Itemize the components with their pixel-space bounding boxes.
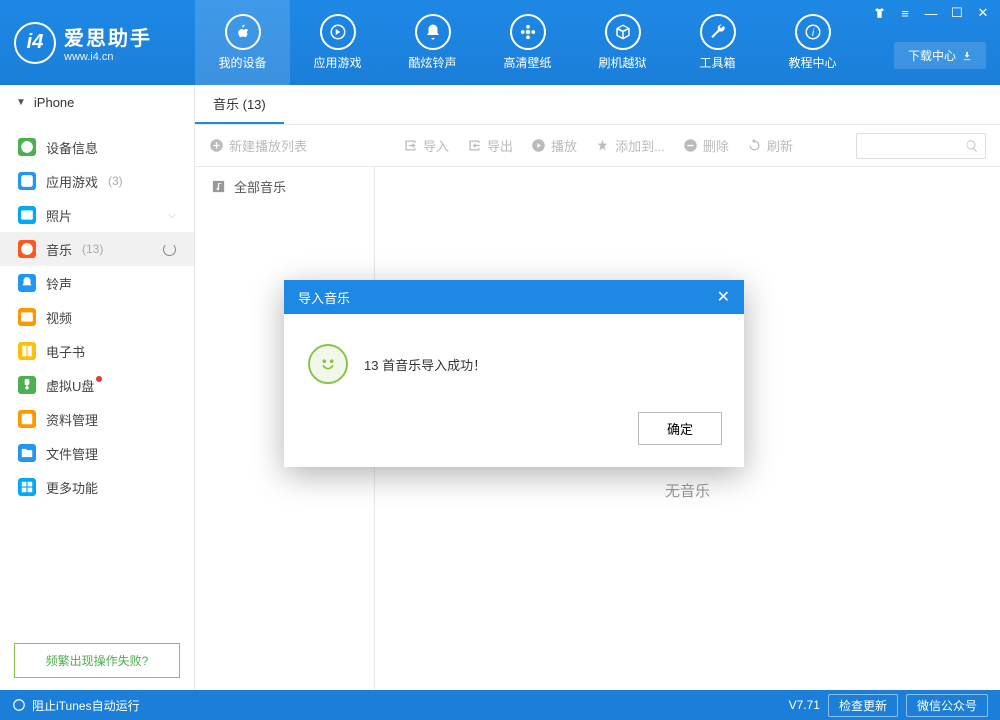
dialog-titlebar: 导入音乐 ✕: [284, 280, 744, 314]
sidebar-item-video[interactable]: 视频: [0, 300, 194, 334]
header: i4 爱思助手 www.i4.cn 我的设备应用游戏酷炫铃声高清壁纸刷机越狱工具…: [0, 0, 1000, 85]
music-list-icon: [211, 179, 226, 194]
search-input[interactable]: [856, 133, 986, 159]
bell-icon: [415, 14, 451, 50]
dialog-message: 13 首音乐导入成功！: [364, 355, 486, 374]
refresh-button[interactable]: 刷新: [747, 136, 793, 155]
delete-button[interactable]: 删除: [683, 136, 729, 155]
close-icon[interactable]: ✕: [972, 4, 994, 22]
music-icon: [18, 240, 36, 258]
svg-text:i: i: [811, 27, 814, 39]
sidebar-item-folder[interactable]: 文件管理: [0, 436, 194, 470]
sidebar-item-photo[interactable]: 照片⌵: [0, 198, 194, 232]
toolbar: 新建播放列表 导入 导出 播放 添加到... 删除 刷新: [195, 125, 1000, 167]
tab-music[interactable]: 音乐 (13): [195, 85, 284, 124]
itunes-block-toggle[interactable]: 阻止iTunes自动运行: [12, 697, 140, 714]
flower-icon: [510, 14, 546, 50]
chevron-down-icon: ⌵: [168, 210, 176, 221]
nav-bell[interactable]: 酷炫铃声: [385, 0, 480, 85]
grid-icon: [18, 478, 36, 496]
sidebar-item-bell[interactable]: 铃声: [0, 266, 194, 300]
nav-apple[interactable]: 我的设备: [195, 0, 290, 85]
add-to-button[interactable]: 添加到...: [595, 136, 665, 155]
nav-box[interactable]: 刷机越狱: [575, 0, 670, 85]
play-icon: [531, 138, 546, 153]
nav-apps[interactable]: 应用游戏: [290, 0, 385, 85]
chevron-down-icon: ▼: [16, 97, 26, 108]
add-icon: [595, 138, 610, 153]
empty-text: 无音乐: [665, 480, 710, 501]
sidebar-item-grid[interactable]: 更多功能: [0, 470, 194, 504]
refresh-icon: [747, 138, 762, 153]
tab-row: 音乐 (13): [195, 85, 1000, 125]
menu-icon[interactable]: ≡: [894, 4, 916, 22]
box-icon: [605, 14, 641, 50]
import-icon: [403, 138, 418, 153]
nav-info[interactable]: i教程中心: [765, 0, 860, 85]
nav-wrench[interactable]: 工具箱: [670, 0, 765, 85]
export-button[interactable]: 导出: [467, 136, 513, 155]
folder-icon: [18, 444, 36, 462]
nav-bar: 我的设备应用游戏酷炫铃声高清壁纸刷机越狱工具箱i教程中心: [195, 0, 860, 85]
notification-dot-icon: [96, 376, 102, 382]
sidebar-item-music[interactable]: 音乐(13): [0, 232, 194, 266]
photo-icon: [18, 206, 36, 224]
version-label: V7.71: [789, 698, 820, 712]
device-selector[interactable]: ▼ iPhone: [0, 85, 194, 120]
wrench-icon: [700, 14, 736, 50]
import-button[interactable]: 导入: [403, 136, 449, 155]
footer: 阻止iTunes自动运行 V7.71 检查更新 微信公众号: [0, 690, 1000, 720]
circle-icon: [12, 698, 26, 712]
apps-icon: A: [18, 172, 36, 190]
info-icon: i: [795, 14, 831, 50]
download-center-button[interactable]: 下载中心: [894, 42, 986, 69]
loading-spinner-icon: [163, 243, 176, 256]
nav-flower[interactable]: 高清壁纸: [480, 0, 575, 85]
bell-icon: [18, 274, 36, 292]
usb-icon: [18, 376, 36, 394]
minimize-icon[interactable]: —: [920, 4, 942, 22]
logo-text: 爱思助手 www.i4.cn: [64, 22, 152, 63]
check-update-button[interactable]: 检查更新: [828, 694, 898, 717]
shirt-icon[interactable]: [868, 4, 890, 22]
sidebar-item-info[interactable]: i设备信息: [0, 130, 194, 164]
sidebar-item-book[interactable]: 电子书: [0, 334, 194, 368]
logo[interactable]: i4 爱思助手 www.i4.cn: [0, 22, 195, 64]
dialog-ok-button[interactable]: 确定: [638, 412, 722, 445]
apple-icon: [225, 14, 261, 50]
export-icon: [467, 138, 482, 153]
sidebar-item-usb[interactable]: 虚拟U盘: [0, 368, 194, 402]
maximize-icon[interactable]: ☐: [946, 4, 968, 22]
sidebar-item-data[interactable]: 资料管理: [0, 402, 194, 436]
apps-icon: [320, 14, 356, 50]
svg-text:i: i: [26, 143, 28, 152]
delete-icon: [683, 138, 698, 153]
troubleshoot-link[interactable]: 频繁出现操作失败?: [14, 643, 180, 678]
success-icon: [308, 344, 348, 384]
data-icon: [18, 410, 36, 428]
device-name: iPhone: [34, 95, 74, 110]
sublist-all-music[interactable]: 全部音乐: [195, 167, 374, 205]
video-icon: [18, 308, 36, 326]
search-icon: [965, 139, 979, 153]
sidebar-item-apps[interactable]: A应用游戏(3): [0, 164, 194, 198]
play-button[interactable]: 播放: [531, 136, 577, 155]
sidebar: ▼ iPhone i设备信息A应用游戏(3)照片⌵音乐(13)铃声视频电子书虚拟…: [0, 85, 195, 690]
plus-circle-icon: [209, 138, 224, 153]
new-playlist-button[interactable]: 新建播放列表: [209, 136, 307, 155]
book-icon: [18, 342, 36, 360]
window-controls: ≡ — ☐ ✕: [868, 4, 994, 22]
import-dialog: 导入音乐 ✕ 13 首音乐导入成功！ 确定: [284, 280, 744, 467]
info-icon: i: [18, 138, 36, 156]
wechat-button[interactable]: 微信公众号: [906, 694, 988, 717]
logo-icon: i4: [14, 22, 56, 64]
download-icon: [962, 51, 972, 61]
dialog-close-icon[interactable]: ✕: [717, 287, 730, 307]
